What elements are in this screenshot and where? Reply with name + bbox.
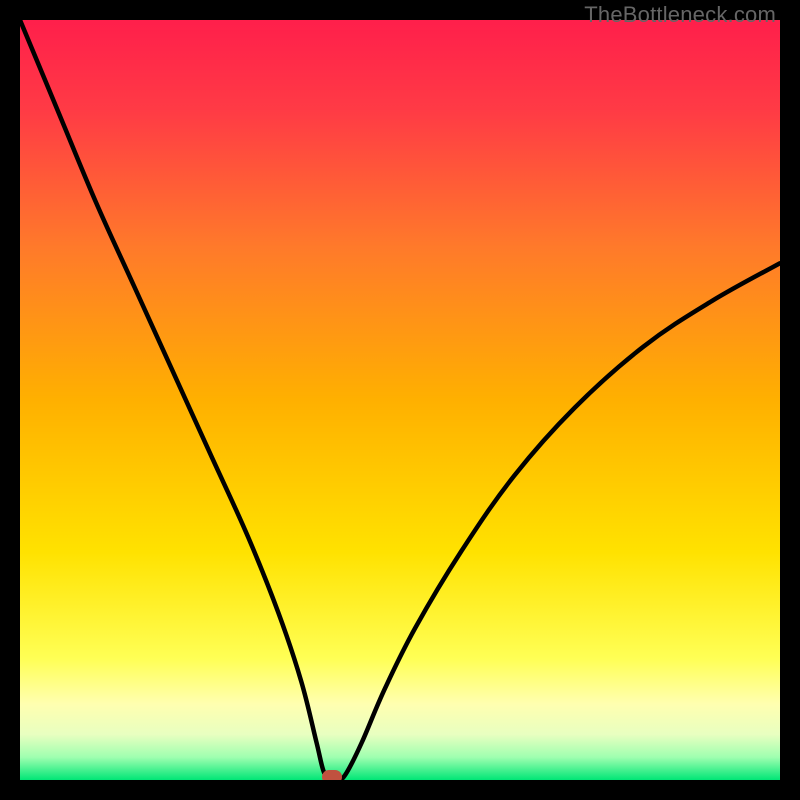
bottleneck-curve bbox=[20, 20, 780, 780]
chart-frame: TheBottleneck.com bbox=[0, 0, 800, 800]
watermark-text: TheBottleneck.com bbox=[584, 2, 776, 28]
plot-area bbox=[20, 20, 780, 780]
optimal-marker bbox=[322, 770, 342, 780]
